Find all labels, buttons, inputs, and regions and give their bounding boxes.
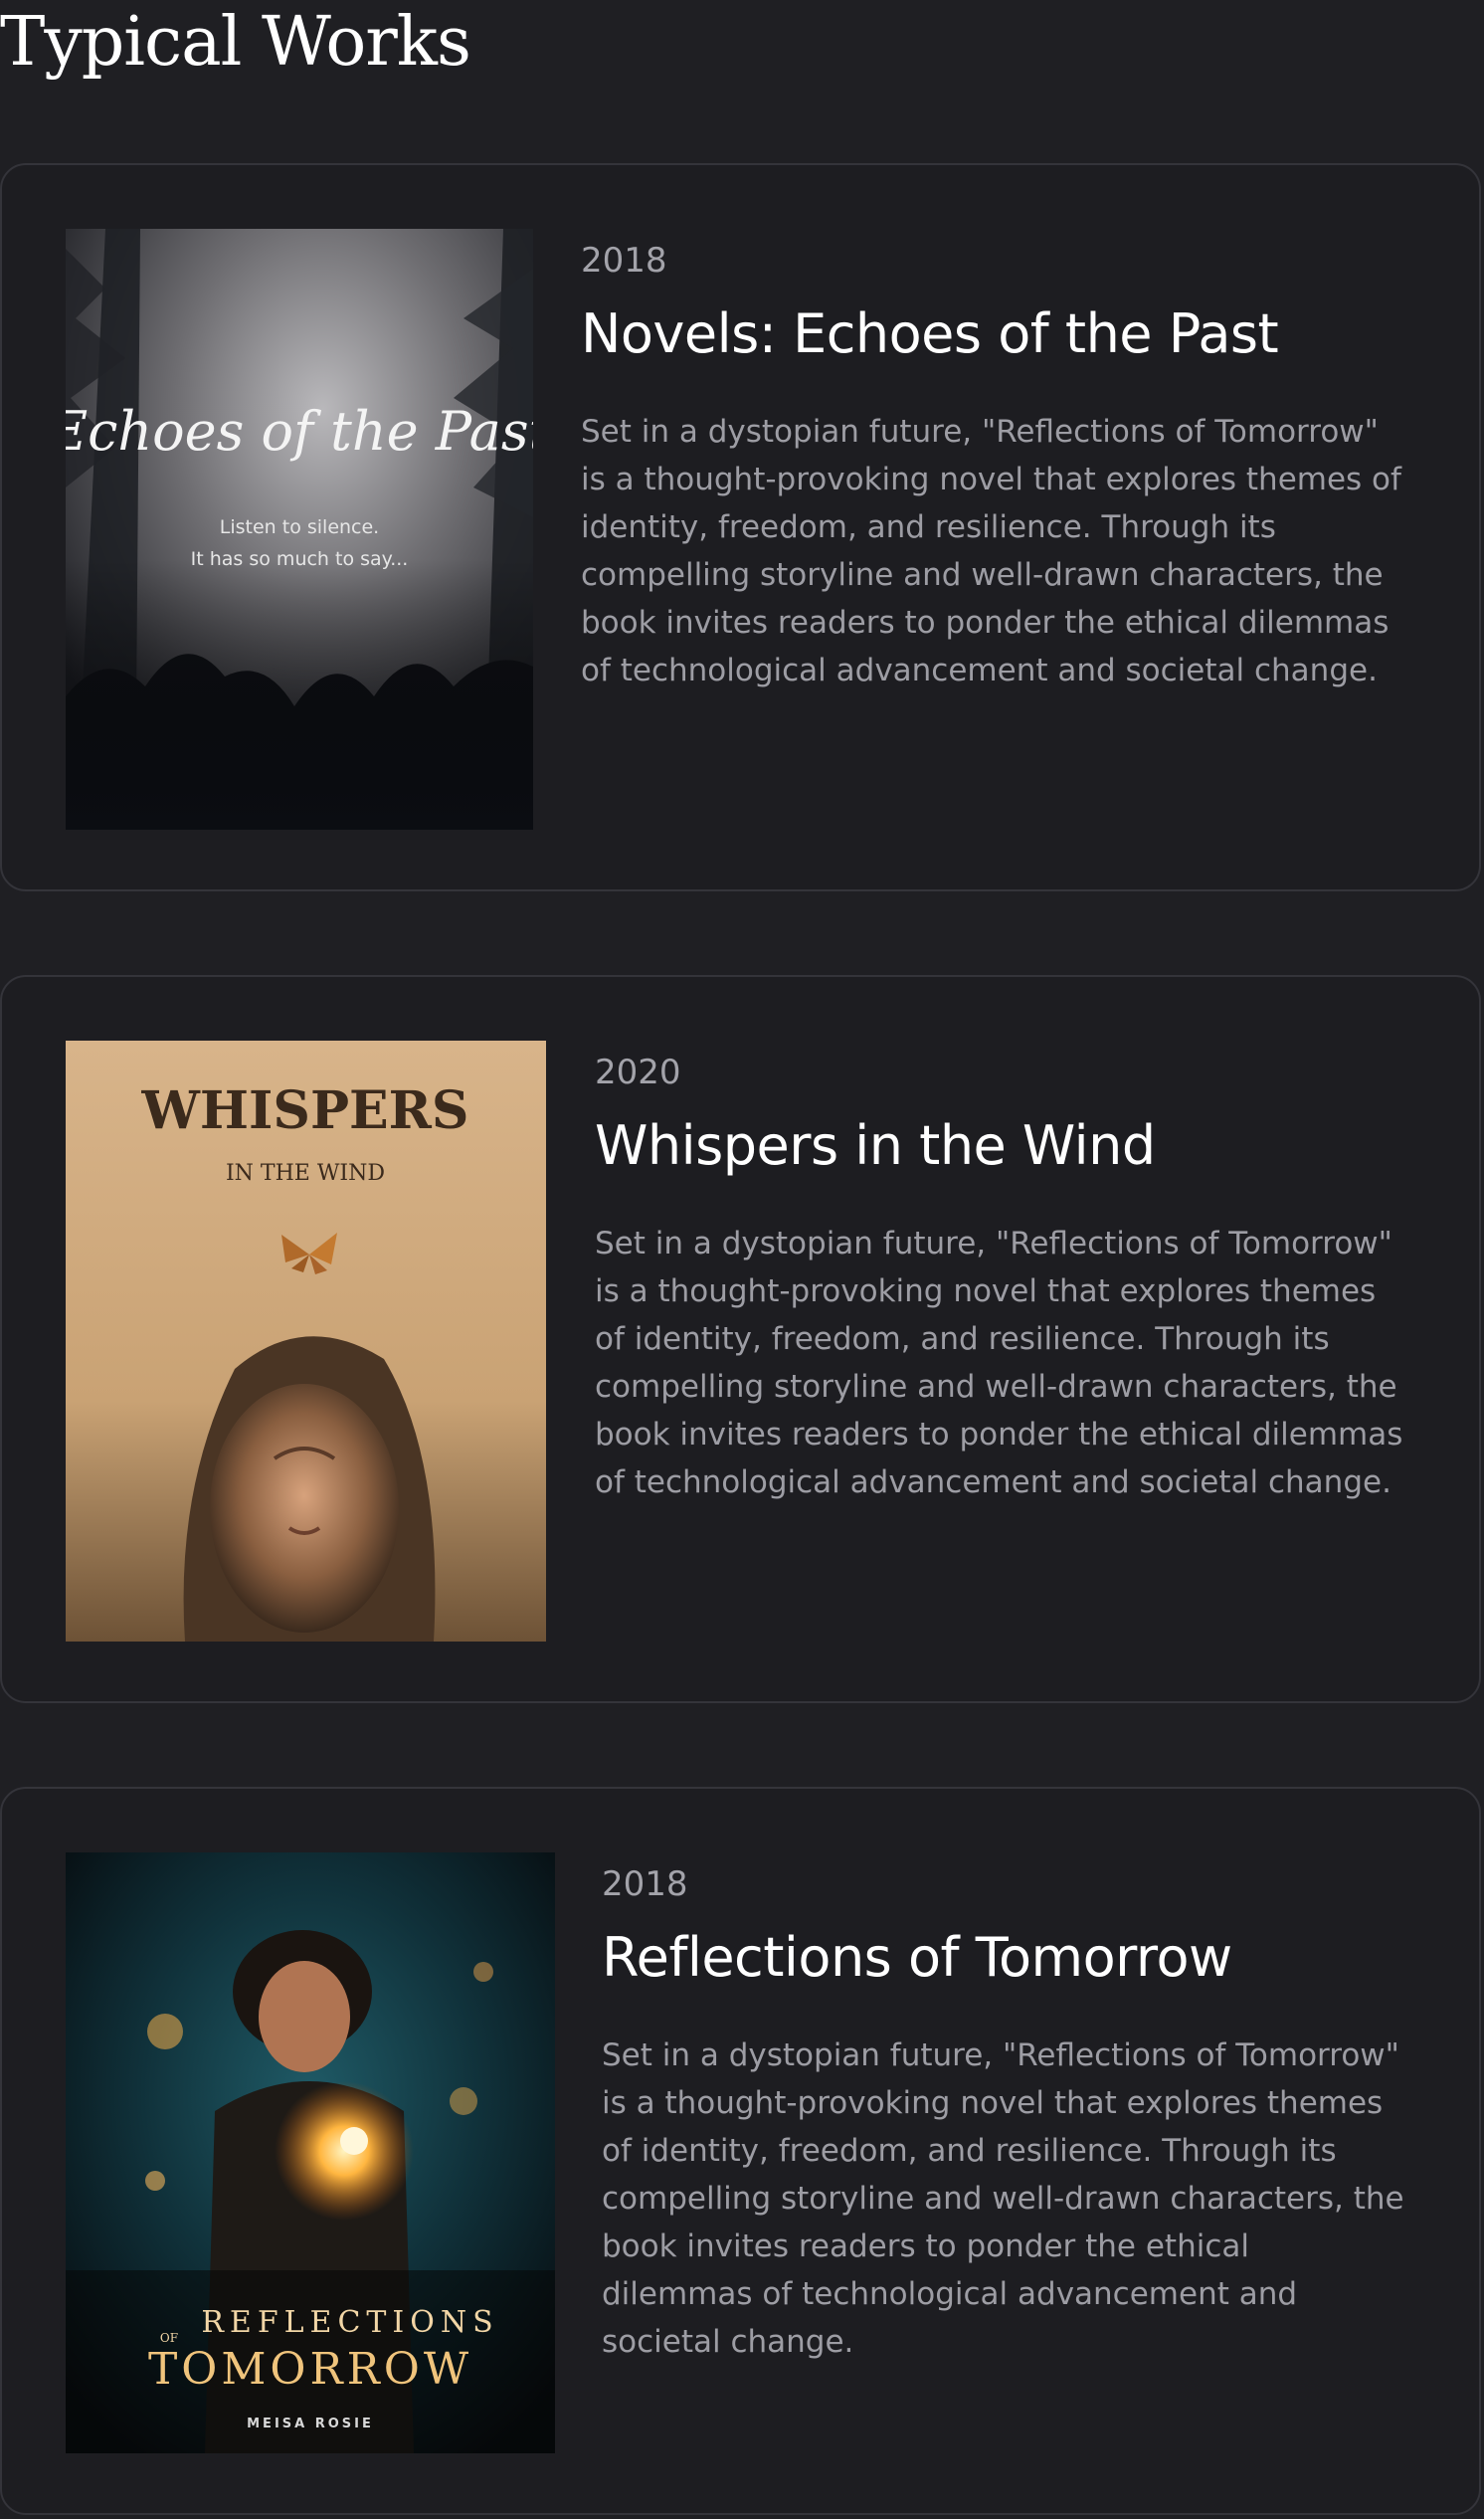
cover-title: WHISPERS: [141, 1080, 469, 1141]
work-title[interactable]: Whispers in the Wind: [595, 1112, 1409, 1180]
cover-title: OF: [160, 2331, 178, 2345]
work-title[interactable]: Reflections of Tomorrow: [602, 1924, 1409, 1992]
book-cover-image[interactable]: WHISPERS IN THE WIND: [66, 1041, 546, 1642]
book-cover-image[interactable]: Echoes of the Past Listen to silence. It…: [66, 229, 533, 830]
work-card[interactable]: Echoes of the Past Listen to silence. It…: [0, 163, 1481, 891]
work-year: 2020: [595, 1053, 681, 1092]
cover-author: MEISA ROSIE: [247, 2417, 374, 2431]
work-description: Set in a dystopian future, "Reflections …: [581, 414, 1401, 688]
work-card[interactable]: WHISPERS IN THE WIND 2020 Whispers in th…: [0, 975, 1481, 1703]
work-info: 2018 Reflections of Tomorrow Set in a dy…: [602, 1852, 1409, 2366]
work-year: 2018: [602, 1864, 688, 1904]
section-title: Typical Works: [0, 3, 471, 82]
cover-tagline: Listen to silence.: [220, 516, 379, 538]
work-card[interactable]: REFLECTIONS OF TOMORROW MEISA ROSIE 2018…: [0, 1787, 1481, 2515]
book-cover-image[interactable]: REFLECTIONS OF TOMORROW MEISA ROSIE: [66, 1852, 555, 2453]
cover-title: Echoes of the Past: [66, 400, 533, 463]
work-description: Set in a dystopian future, "Reflections …: [602, 2037, 1404, 2360]
cover-title: TOMORROW: [148, 2344, 472, 2395]
work-info: 2020 Whispers in the Wind Set in a dysto…: [595, 1041, 1409, 1506]
work-description: Set in a dystopian future, "Reflections …: [595, 1226, 1403, 1500]
cover-subtitle: IN THE WIND: [226, 1161, 385, 1186]
cover-tagline: It has so much to say...: [191, 548, 409, 570]
work-title[interactable]: Novels: Echoes of the Past: [581, 300, 1409, 368]
cover-title: REFLECTIONS: [201, 2305, 498, 2340]
work-year: 2018: [581, 241, 667, 281]
work-info: 2018 Novels: Echoes of the Past Set in a…: [581, 229, 1409, 694]
